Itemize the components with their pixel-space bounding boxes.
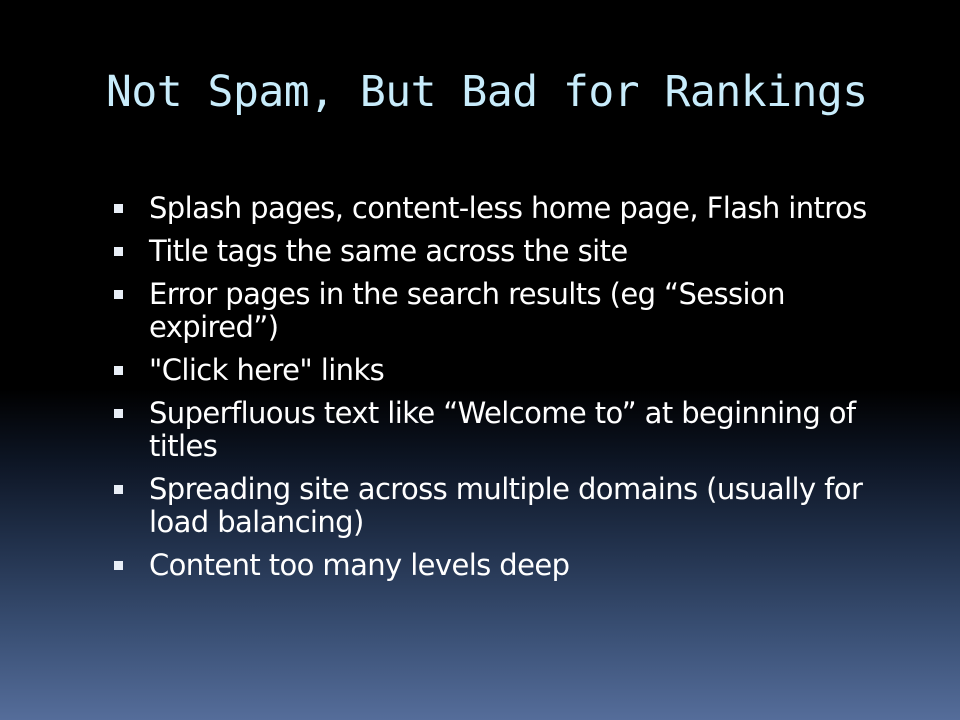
bullet-item: Superfluous text like “Welcome to” at be… <box>114 397 904 463</box>
slide: Not Spam, But Bad for Rankings Splash pa… <box>0 0 960 720</box>
bullet-text: Spreading site across multiple domains (… <box>149 472 863 539</box>
square-bullet-icon <box>114 290 123 299</box>
square-bullet-icon <box>114 561 123 570</box>
bullet-item: Content too many levels deep <box>114 549 904 582</box>
bullet-text: Splash pages, content-less home page, Fl… <box>149 191 867 225</box>
slide-title: Not Spam, But Bad for Rankings <box>106 67 868 117</box>
square-bullet-icon <box>114 204 123 213</box>
bullet-item: Error pages in the search results (eg “S… <box>114 278 904 344</box>
square-bullet-icon <box>114 485 123 494</box>
bullet-text: Error pages in the search results (eg “S… <box>149 277 786 344</box>
bullet-text: Superfluous text like “Welcome to” at be… <box>149 396 856 463</box>
bullet-item: Splash pages, content-less home page, Fl… <box>114 192 904 225</box>
bullet-item: Spreading site across multiple domains (… <box>114 473 904 539</box>
square-bullet-icon <box>114 247 123 256</box>
bullet-list: Splash pages, content-less home page, Fl… <box>114 192 904 592</box>
bullet-item: Title tags the same across the site <box>114 235 904 268</box>
square-bullet-icon <box>114 409 123 418</box>
bullet-text: "Click here" links <box>149 353 385 387</box>
bullet-text: Title tags the same across the site <box>149 234 628 268</box>
square-bullet-icon <box>114 366 123 375</box>
bullet-text: Content too many levels deep <box>149 548 570 582</box>
bullet-item: "Click here" links <box>114 354 904 387</box>
